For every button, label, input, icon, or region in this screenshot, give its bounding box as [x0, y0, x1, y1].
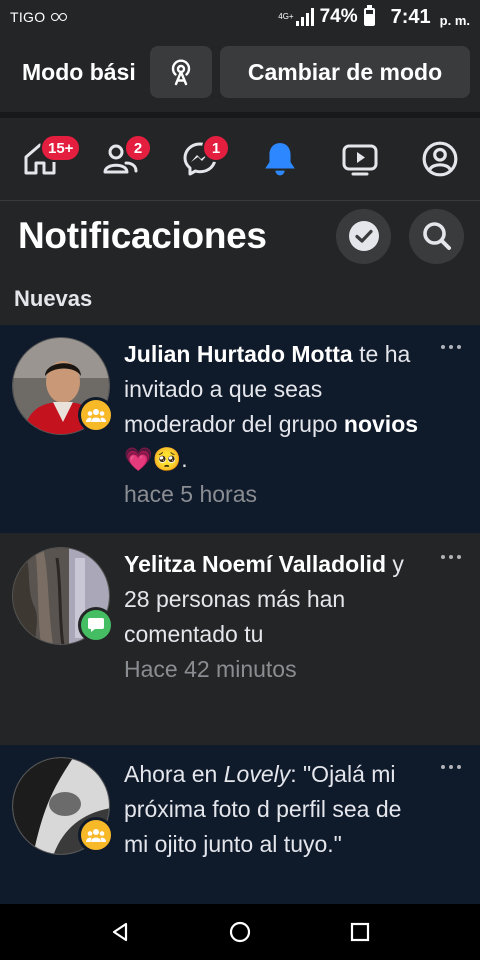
dot	[449, 345, 453, 349]
more-options-button[interactable]	[436, 337, 466, 367]
actor-name: Yelitza Noemí Valladolid	[124, 551, 387, 577]
mode-broadcast-button[interactable]	[150, 46, 212, 98]
watch-icon	[342, 144, 378, 176]
mark-all-read-button[interactable]	[336, 208, 391, 264]
search-button[interactable]	[409, 208, 464, 264]
status-bar: TIGO 4G+ 74% 7:41 p. m.	[0, 0, 480, 34]
system-nav-bar	[0, 904, 480, 960]
dot	[457, 765, 461, 769]
tab-home[interactable]: 15+	[0, 118, 82, 200]
profile-circle-icon	[422, 141, 458, 177]
battery-icon	[363, 5, 375, 26]
dot	[449, 765, 453, 769]
group-icon	[86, 409, 106, 422]
avatar-wrap	[12, 337, 114, 435]
tab-notifications[interactable]	[240, 118, 320, 200]
actor-name: Julian Hurtado Motta	[124, 341, 353, 367]
switch-mode-button[interactable]: Cambiar de modo	[220, 46, 470, 98]
timestamp: Hace 42 minutos	[124, 656, 297, 682]
notifications-header: Notificaciones	[0, 201, 480, 271]
group-icon	[86, 829, 106, 842]
notification-text: Julian Hurtado Motta te ha invitado a qu…	[124, 337, 430, 533]
mode-title: Modo bási	[22, 58, 136, 85]
voicemail-icon	[51, 13, 68, 21]
battery-percent: 74%	[319, 6, 358, 27]
avatar-wrap	[12, 547, 114, 645]
notification-prefix: Ahora en	[124, 761, 224, 787]
notification-item[interactable]: Ahora en Lovely: "Ojalá mi próxima foto …	[0, 745, 480, 904]
dot	[457, 555, 461, 559]
messenger-badge: 1	[202, 134, 230, 162]
avatar-wrap	[12, 757, 114, 855]
section-label-new: Nuevas	[14, 286, 93, 311]
signal-icon	[295, 8, 314, 26]
bell-icon	[265, 143, 295, 176]
network-type: 4G+	[278, 12, 294, 21]
group-badge-icon	[78, 817, 114, 853]
tab-messenger[interactable]: 1	[160, 118, 240, 200]
dot	[457, 345, 461, 349]
more-options-button[interactable]	[436, 547, 466, 577]
home-badge: 15+	[40, 134, 82, 162]
timestamp: hace 5 horas	[124, 481, 257, 507]
comment-icon	[88, 618, 104, 632]
clock: 7:41	[390, 5, 431, 28]
broadcast-icon	[171, 59, 191, 86]
home-nav-icon[interactable]	[228, 920, 252, 944]
back-icon[interactable]	[109, 921, 131, 943]
check-circle-icon	[348, 221, 379, 251]
group-name: novios	[343, 411, 419, 437]
group-badge-icon	[78, 397, 114, 433]
comment-badge-icon	[78, 607, 114, 643]
tab-bar: 15+ 2 1	[0, 118, 480, 200]
dot	[441, 765, 445, 769]
friends-badge: 2	[124, 134, 152, 162]
notification-text: Ahora en Lovely: "Ojalá mi próxima foto …	[124, 757, 430, 904]
page-title: Notificaciones	[18, 215, 267, 256]
notification-text: Yelitza Noemí Valladolid y 28 personas m…	[124, 547, 430, 743]
dot	[441, 345, 445, 349]
search-icon	[422, 222, 451, 250]
emoji-text: 💗🥺.	[124, 446, 188, 472]
recents-icon[interactable]	[349, 921, 371, 943]
carrier-label: TIGO	[10, 9, 46, 25]
dot	[441, 555, 445, 559]
group-name: Lovely	[223, 761, 291, 787]
tab-friends[interactable]: 2	[80, 118, 160, 200]
clock-ampm: p. m.	[439, 12, 470, 28]
notification-item[interactable]: Yelitza Noemí Valladolid y 28 personas m…	[0, 535, 480, 743]
notification-item[interactable]: Julian Hurtado Motta te ha invitado a qu…	[0, 325, 480, 533]
mode-bar: Modo bási Cambiar de modo	[0, 34, 480, 110]
tab-watch[interactable]	[320, 118, 400, 200]
dot	[449, 555, 453, 559]
more-options-button[interactable]	[436, 757, 466, 787]
tab-profile[interactable]	[400, 118, 480, 200]
